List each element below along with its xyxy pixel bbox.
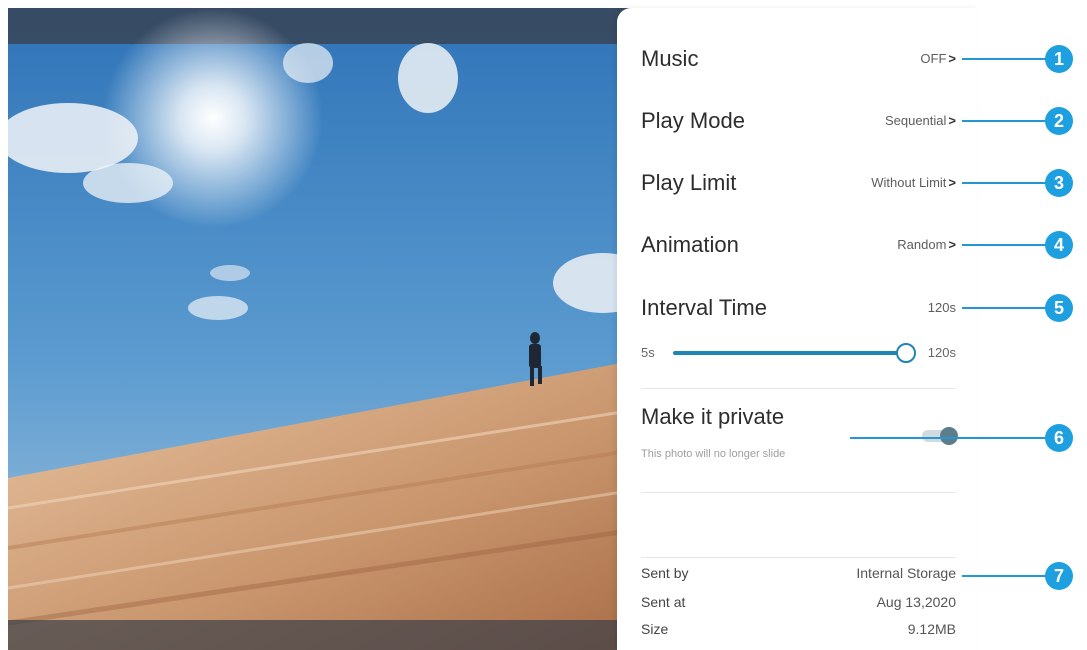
- chevron-right-icon: >: [948, 113, 956, 128]
- callout-badge-4: 4: [1045, 231, 1073, 259]
- background-photo: [8, 8, 648, 650]
- interval-time-value: 120s: [927, 300, 956, 315]
- callout-badge-2: 2: [1045, 107, 1073, 135]
- desert-photo-image: [8, 8, 648, 650]
- chevron-right-icon: >: [948, 237, 956, 252]
- make-private-subtitle: This photo will no longer slide: [641, 448, 786, 460]
- info-size: Size 9.12MB: [641, 621, 956, 643]
- size-value: 9.12MB: [907, 621, 956, 637]
- interval-time-label: Interval Time: [641, 295, 767, 320]
- size-label: Size: [641, 621, 669, 637]
- callout-badge-7: 7: [1045, 562, 1073, 590]
- slideshow-settings-panel: Music OFF > Play Mode Sequential > Play Li…: [617, 8, 978, 650]
- animation-label: Animation: [641, 232, 739, 257]
- make-private-toggle[interactable]: [922, 427, 958, 445]
- callout-badge-5: 5: [1045, 294, 1073, 322]
- callout-line: [962, 575, 1047, 577]
- interval-time-slider[interactable]: 5s 120s: [641, 338, 956, 368]
- info-sent-by: Sent by Internal Storage: [641, 565, 956, 587]
- callout-line: [962, 182, 1047, 184]
- chevron-right-icon: >: [948, 175, 956, 190]
- chevron-right-icon: >: [948, 51, 956, 66]
- callout-line: [962, 58, 1047, 60]
- music-label: Music: [641, 46, 699, 71]
- slider-thumb[interactable]: [896, 343, 916, 363]
- divider: [641, 492, 956, 493]
- play-limit-setting-row[interactable]: Play Limit Without Limit >: [641, 163, 956, 203]
- slider-fill: [673, 351, 906, 355]
- callout-badge-3: 3: [1045, 169, 1073, 197]
- callout-line: [962, 120, 1047, 122]
- callout-line: [962, 307, 1047, 309]
- callout-badge-1: 1: [1045, 45, 1073, 73]
- toggle-knob: [940, 427, 958, 445]
- slider-track[interactable]: [673, 343, 916, 363]
- sent-by-label: Sent by: [641, 565, 689, 581]
- animation-setting-row[interactable]: Animation Random >: [641, 225, 956, 265]
- sent-at-label: Sent at: [641, 594, 686, 610]
- divider: [641, 557, 956, 558]
- slider-max-label: 120s: [927, 345, 956, 360]
- music-setting-row[interactable]: Music OFF >: [641, 39, 956, 79]
- play-mode-value: Sequential >: [884, 113, 956, 128]
- info-sent-at: Sent at Aug 13,2020: [641, 594, 956, 616]
- callout-badge-6: 6: [1045, 424, 1073, 452]
- interval-time-setting-row: Interval Time 120s: [641, 288, 956, 328]
- slider-min-label: 5s: [641, 345, 655, 360]
- callout-line: [850, 437, 1047, 439]
- callout-line: [962, 244, 1047, 246]
- sent-at-value: Aug 13,2020: [876, 594, 956, 610]
- play-mode-setting-row[interactable]: Play Mode Sequential >: [641, 101, 956, 141]
- play-limit-value: Without Limit >: [871, 175, 956, 190]
- music-value: OFF >: [920, 51, 956, 66]
- play-mode-label: Play Mode: [641, 108, 745, 133]
- sent-by-value: Internal Storage: [856, 565, 956, 581]
- animation-value: Random >: [897, 237, 956, 252]
- make-private-title: Make it private: [641, 404, 785, 429]
- divider: [641, 388, 956, 389]
- play-limit-label: Play Limit: [641, 170, 737, 195]
